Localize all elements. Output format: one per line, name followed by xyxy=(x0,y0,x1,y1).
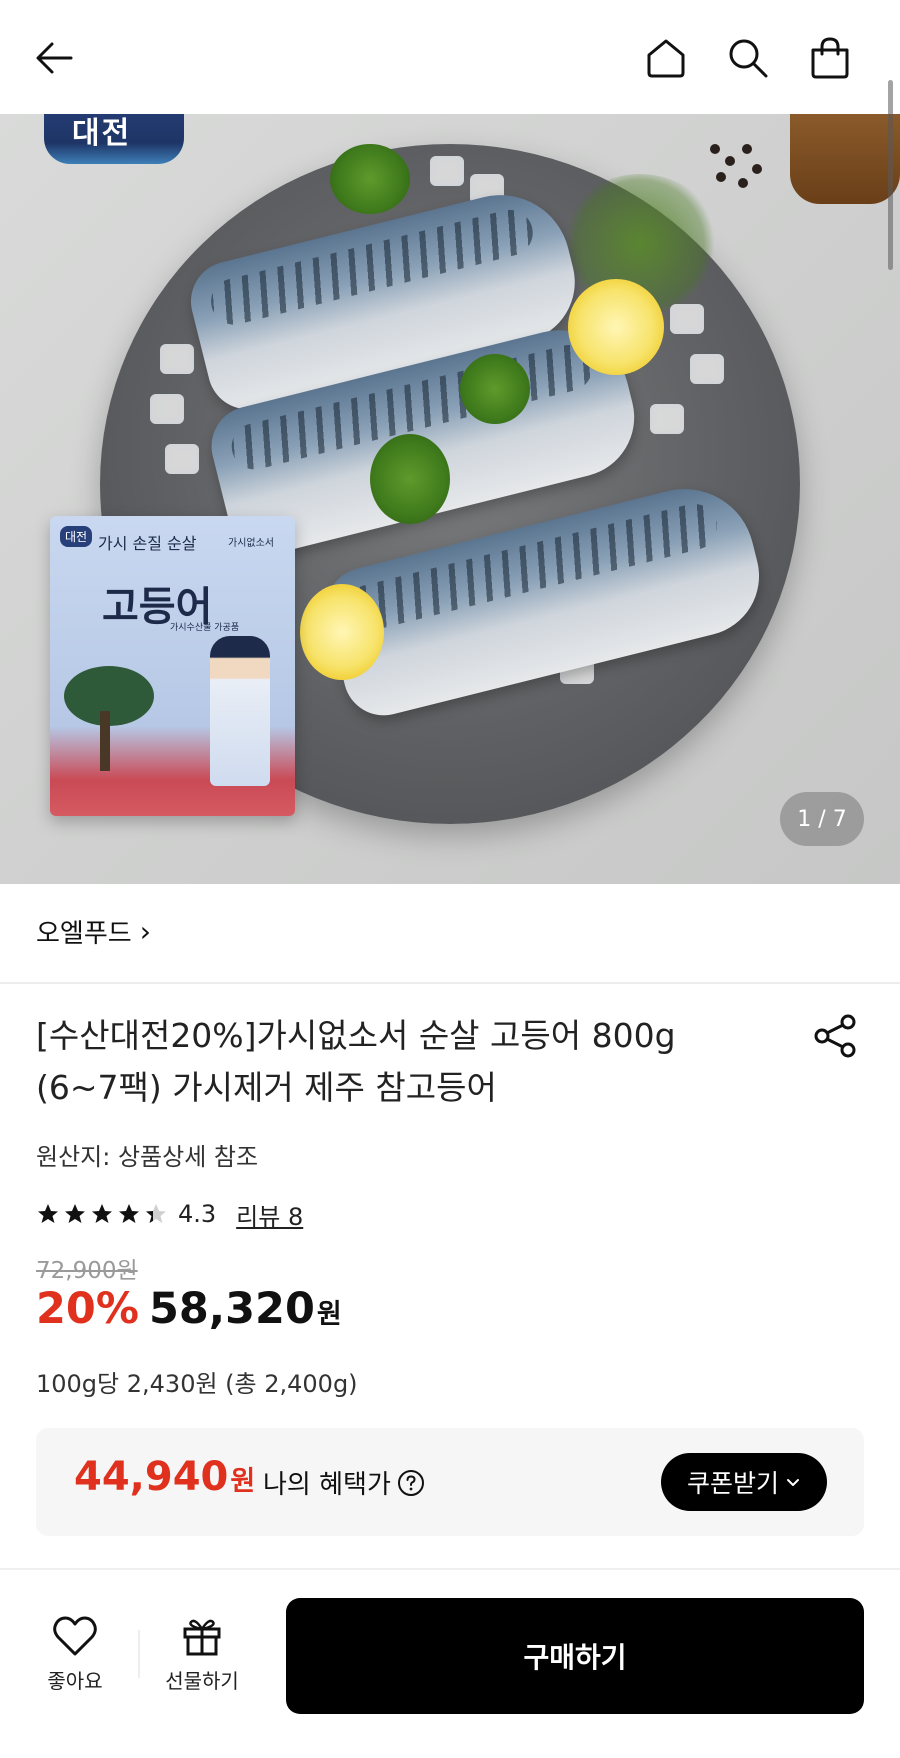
brand-logo: 대전 xyxy=(44,114,184,164)
seller-link[interactable]: 오엘푸드 › xyxy=(36,913,151,950)
lemon-slice xyxy=(300,584,384,680)
share-icon[interactable] xyxy=(812,1012,860,1060)
ice-cube xyxy=(165,444,199,474)
gift-button[interactable]: 선물하기 xyxy=(158,1615,246,1694)
heart-icon xyxy=(53,1616,97,1656)
peppercorn-decor xyxy=(716,172,726,182)
top-nav-bar xyxy=(0,0,900,114)
peppercorn-decor xyxy=(752,164,762,174)
benefit-price-box: 44,940 원 나의 혜택가 쿠폰받기 xyxy=(36,1428,864,1536)
unit-price: 100g당 2,430원 (총 2,400g) xyxy=(36,1370,358,1398)
ice-cube xyxy=(690,354,724,384)
benefit-label-text: 나의 혜택가 xyxy=(263,1470,391,1500)
bottom-bar-divider xyxy=(0,1568,900,1570)
discount-rate: 20% xyxy=(36,1284,139,1334)
benefit-price-currency: 원 xyxy=(230,1466,256,1497)
shopping-bag-icon[interactable] xyxy=(804,32,856,84)
like-button[interactable]: 좋아요 xyxy=(40,1615,110,1694)
seller-name: 오엘푸드 xyxy=(36,919,132,949)
home-icon[interactable] xyxy=(640,32,692,84)
peppercorn-decor xyxy=(725,156,735,166)
section-divider xyxy=(0,982,900,984)
review-link[interactable]: 리뷰 8 xyxy=(236,1197,303,1232)
benefit-price: 44,940 원 xyxy=(74,1454,255,1500)
search-icon[interactable] xyxy=(722,32,774,84)
pepper-grinder-decor xyxy=(790,114,900,204)
product-title: [수산대전20%]가시없소서 순살 고등어 800g (6~7팩) 가시제거 제… xyxy=(36,1016,676,1107)
chevron-right-icon: › xyxy=(139,915,151,948)
star-full-icon xyxy=(38,1204,58,1223)
ice-cube xyxy=(650,404,684,434)
star-full-icon xyxy=(92,1204,112,1223)
ice-cube xyxy=(430,156,464,186)
parsley-garnish xyxy=(370,434,450,524)
image-counter-badge: 1 / 7 xyxy=(780,792,864,846)
bottom-bar-separator xyxy=(138,1630,140,1678)
package-tag: 가시없소서 xyxy=(228,538,274,549)
star-full-icon xyxy=(119,1204,139,1223)
star-partial-icon xyxy=(146,1204,166,1223)
page-scrollbar[interactable] xyxy=(888,80,893,270)
coupon-button-label: 쿠폰받기 xyxy=(686,1469,779,1498)
package-subtitle: 가시 손질 순살 xyxy=(98,534,197,553)
benefit-price-value: 44,940 xyxy=(74,1454,229,1500)
rating-row: 4.3 리뷰 8 xyxy=(36,1194,303,1234)
parsley-garnish xyxy=(330,144,410,214)
product-image-carousel[interactable]: 대전 대전 가시 손질 순살 가시없소서 고등어 가시수산물 가공품 1 / 7 xyxy=(0,114,900,884)
lemon-slice xyxy=(568,279,664,375)
original-price: 72,900원 xyxy=(36,1258,138,1284)
package-small-text: 가시수산물 가공품 xyxy=(170,623,240,633)
benefit-label: 나의 혜택가 xyxy=(263,1464,425,1501)
package-tree-trunk xyxy=(100,711,110,771)
gift-label: 선물하기 xyxy=(165,1669,239,1693)
help-question-icon[interactable] xyxy=(397,1469,425,1497)
origin-info: 원산지: 상품상세 참조 xyxy=(36,1143,259,1171)
chevron-down-icon xyxy=(787,1479,799,1486)
peppercorn-decor xyxy=(742,144,752,154)
package-brand: 대전 xyxy=(60,526,93,547)
star-full-icon xyxy=(65,1204,85,1223)
product-package-image: 대전 가시 손질 순살 가시없소서 고등어 가시수산물 가공품 xyxy=(50,516,295,816)
ice-cube xyxy=(150,394,184,424)
package-character xyxy=(210,636,270,786)
ice-cube xyxy=(670,304,704,334)
star-rating xyxy=(36,1202,168,1226)
coupon-button[interactable]: 쿠폰받기 xyxy=(661,1453,827,1511)
brand-logo-text: 대전 xyxy=(72,116,132,151)
buy-button[interactable]: 구매하기 xyxy=(286,1598,864,1714)
peppercorn-decor xyxy=(710,144,720,154)
sale-price: 58,320 xyxy=(148,1284,315,1334)
ice-cube xyxy=(160,344,194,374)
parsley-garnish xyxy=(460,354,530,424)
peppercorn-decor xyxy=(738,178,748,188)
rating-value: 4.3 xyxy=(178,1200,217,1228)
price-currency: 원 xyxy=(316,1299,342,1330)
gift-icon xyxy=(183,1619,221,1656)
price-row: 20% 58,320 원 xyxy=(36,1284,342,1334)
like-label: 좋아요 xyxy=(47,1669,103,1693)
back-arrow-icon[interactable] xyxy=(28,32,80,84)
